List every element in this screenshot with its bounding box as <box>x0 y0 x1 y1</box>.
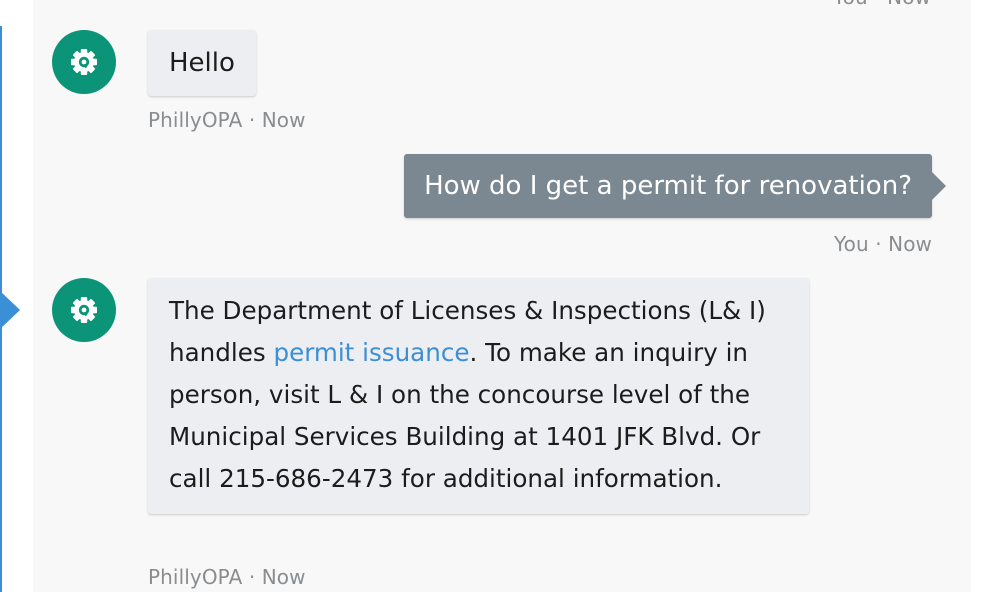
permit-issuance-link[interactable]: permit issuance <box>273 338 469 367</box>
message-meta-bot: PhillyOPA · Now <box>148 565 306 589</box>
meta-time: Now <box>887 0 931 9</box>
message-text: Hello <box>169 48 235 78</box>
meta-sender: PhillyOPA <box>148 108 243 132</box>
active-indicator-arrow <box>0 291 20 329</box>
bot-avatar <box>52 278 116 342</box>
chat-transcript[interactable]: You · Now Hello PhillyOPA · Now How do I… <box>33 0 971 592</box>
meta-time: Now <box>888 232 932 256</box>
bot-avatar <box>52 30 116 94</box>
meta-separator: · <box>868 0 887 9</box>
meta-sender: PhillyOPA <box>148 565 243 589</box>
meta-separator: · <box>242 565 262 589</box>
gear-icon <box>71 49 97 75</box>
meta-time: Now <box>261 108 306 132</box>
message-meta-user-top: You · Now <box>833 0 931 9</box>
message-text: How do I get a permit for renovation? <box>424 171 912 201</box>
meta-sender: You <box>833 232 869 256</box>
meta-time: Now <box>261 565 306 589</box>
meta-separator: · <box>242 108 262 132</box>
message-meta-bot: PhillyOPA · Now <box>148 108 306 132</box>
bot-message-bubble[interactable]: The Department of Licenses & Inspections… <box>148 278 809 514</box>
bot-message-bubble[interactable]: Hello <box>148 30 256 96</box>
gear-icon <box>71 297 97 323</box>
message-meta-user: You · Now <box>834 232 932 256</box>
meta-sender: You <box>833 0 868 9</box>
meta-separator: · <box>868 232 889 256</box>
user-message-bubble[interactable]: How do I get a permit for renovation? <box>404 154 946 218</box>
